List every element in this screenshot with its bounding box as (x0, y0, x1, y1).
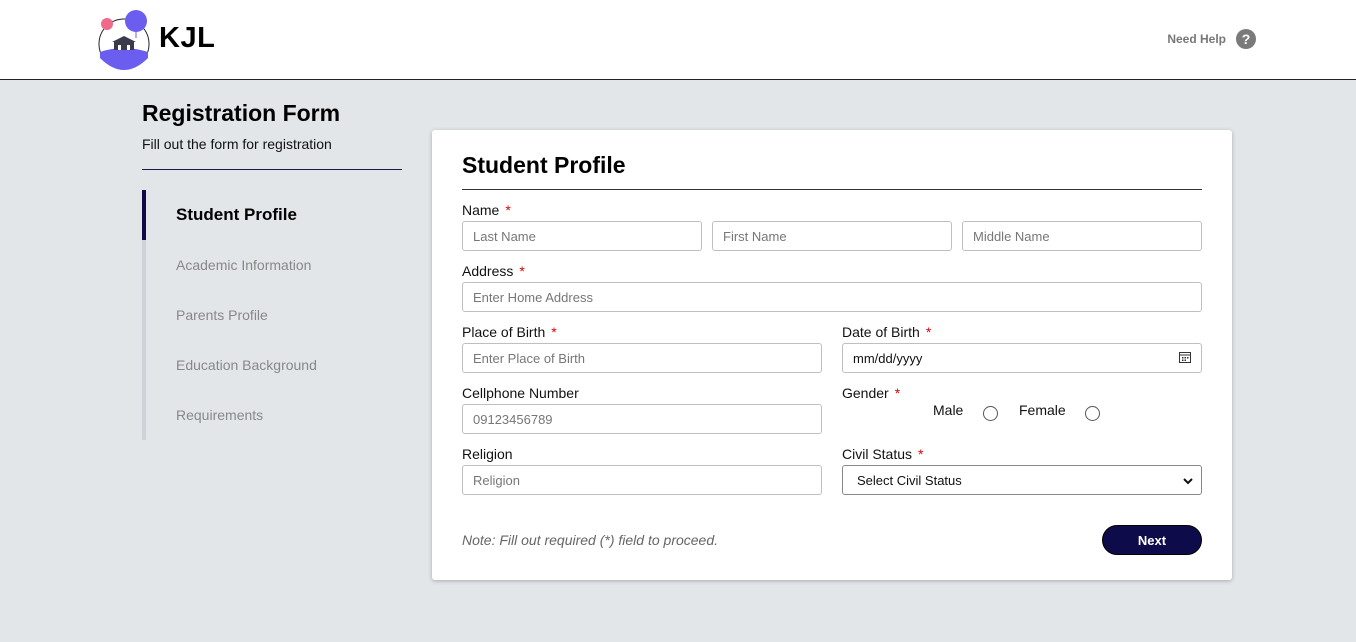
date-of-birth-label: Date of Birth * (842, 324, 931, 340)
gender-label-text: Gender (842, 385, 889, 401)
need-help-link[interactable]: Need Help ? (1167, 29, 1256, 49)
required-mark: * (894, 385, 901, 401)
step-navigation: Student Profile Academic Information Par… (142, 190, 402, 440)
gender-female-radio[interactable] (1085, 406, 1100, 421)
date-of-birth-value: mm/dd/yyyy (853, 350, 923, 366)
next-button[interactable]: Next (1102, 525, 1202, 555)
required-note: Note: Fill out required (*) field to pro… (462, 532, 719, 548)
date-of-birth-label-text: Date of Birth (842, 324, 920, 340)
chevron-down-icon (1183, 473, 1193, 488)
name-label-text: Name (462, 202, 500, 218)
religion-label: Religion (462, 446, 513, 462)
address-input[interactable] (462, 282, 1202, 312)
step-parents-profile[interactable]: Parents Profile (146, 290, 402, 340)
step-academic-information[interactable]: Academic Information (146, 240, 402, 290)
sidebar-divider (142, 169, 402, 170)
middle-name-input[interactable] (962, 221, 1202, 251)
name-label: Name * (462, 202, 511, 218)
brand-name: KJL (159, 22, 216, 54)
card-divider (462, 189, 1202, 190)
gender-male-label: Male (933, 402, 964, 418)
place-of-birth-input[interactable] (462, 343, 822, 373)
step-student-profile[interactable]: Student Profile (142, 190, 402, 240)
date-of-birth-input[interactable]: mm/dd/yyyy (842, 343, 1202, 373)
civil-status-label-text: Civil Status (842, 446, 913, 462)
address-label-text: Address (462, 263, 514, 279)
help-icon[interactable]: ? (1236, 29, 1256, 49)
place-of-birth-label-text: Place of Birth (462, 324, 546, 340)
student-profile-card: Student Profile Name * Address * Place of … (432, 130, 1232, 580)
required-mark: * (925, 324, 932, 340)
cellphone-input[interactable] (462, 404, 822, 434)
cellphone-label: Cellphone Number (462, 385, 579, 401)
gender-label: Gender * (842, 385, 900, 401)
address-label: Address * (462, 263, 525, 279)
step-requirements[interactable]: Requirements (146, 390, 402, 440)
gender-female-label: Female (1019, 402, 1066, 418)
registration-title: Registration Form (142, 100, 341, 126)
civil-status-select[interactable]: Select Civil Status (842, 465, 1202, 495)
gender-male-radio[interactable] (983, 406, 998, 421)
step-education-background[interactable]: Education Background (146, 340, 402, 390)
calendar-icon[interactable] (1179, 351, 1191, 366)
card-title: Student Profile (462, 152, 626, 178)
required-mark: * (551, 324, 557, 340)
registration-subtitle: Fill out the form for registration (142, 136, 332, 152)
first-name-input[interactable] (712, 221, 952, 251)
required-mark: * (519, 263, 525, 279)
need-help-label: Need Help (1167, 32, 1226, 46)
logo (96, 8, 152, 72)
required-mark: * (918, 446, 924, 462)
civil-status-selected: Select Civil Status (857, 472, 962, 488)
required-mark: * (505, 202, 511, 218)
place-of-birth-label: Place of Birth * (462, 324, 557, 340)
religion-input[interactable] (462, 465, 822, 495)
top-header: KJL Need Help ? (0, 0, 1356, 80)
last-name-input[interactable] (462, 221, 702, 251)
civil-status-label: Civil Status * (842, 446, 923, 462)
